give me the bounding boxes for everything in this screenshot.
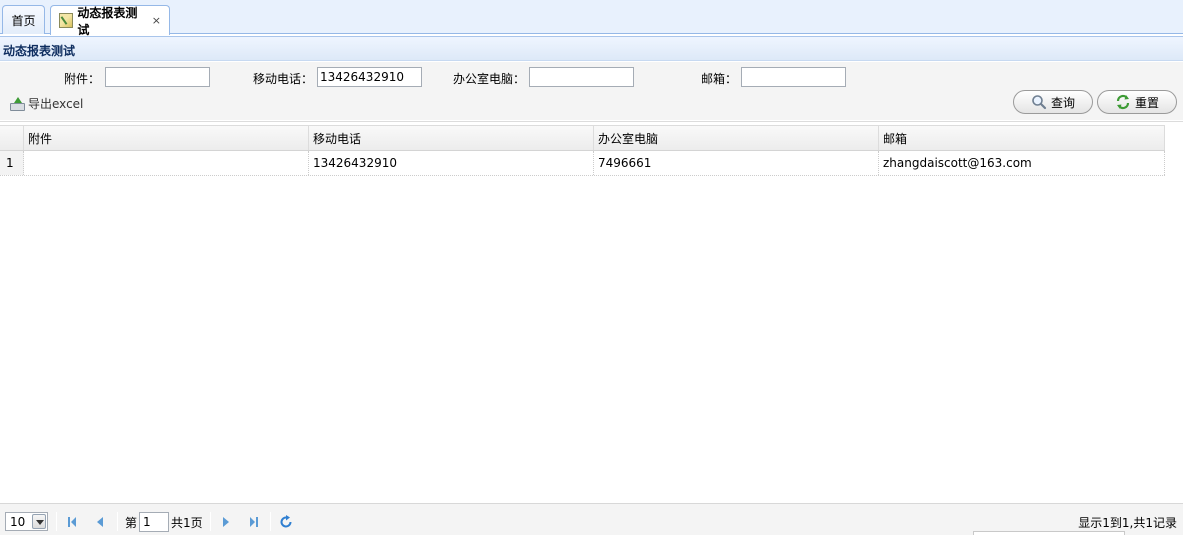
reset-button[interactable]: 重置 (1097, 90, 1177, 114)
table-row[interactable]: 1 13426432910 7496661 zhangdaiscott@163.… (0, 151, 1165, 176)
data-grid: 附件 移动电话 办公室电脑 邮箱 1 13426432910 7496661 z… (0, 125, 1165, 176)
row-number: 1 (0, 151, 24, 175)
office-computer-input[interactable] (529, 67, 634, 87)
tab-dynamic-report[interactable]: 动态报表测试 × (50, 5, 170, 37)
next-page-icon[interactable] (218, 514, 234, 530)
tab-home-label: 首页 (11, 13, 36, 28)
column-header-office-computer[interactable]: 办公室电脑 (594, 126, 879, 150)
attachment-label: 附件： (64, 72, 101, 86)
record-info: 显示1到1,共1记录 (1078, 516, 1177, 530)
tab-bar: 首页 动态报表测试 × (0, 0, 1183, 37)
grid-header: 附件 移动电话 办公室电脑 邮箱 (0, 125, 1165, 151)
page-prefix: 第 (125, 516, 138, 530)
mobile-label: 移动电话： (253, 72, 314, 86)
scrollbar[interactable] (973, 531, 1125, 535)
mobile-input[interactable] (317, 67, 422, 87)
report-icon (59, 13, 74, 28)
cell-mobile: 13426432910 (309, 151, 594, 175)
export-excel-label: 导出excel (28, 97, 84, 111)
first-page-icon[interactable] (64, 514, 80, 530)
page-size-select[interactable]: 10 (5, 512, 48, 531)
export-excel-button[interactable]: 导出excel (10, 95, 83, 112)
prev-page-icon[interactable] (92, 514, 108, 530)
pager-divider (56, 512, 57, 531)
column-header-attachment[interactable]: 附件 (24, 126, 309, 150)
search-form: 附件： 移动电话： 办公室电脑： 邮箱： 导出excel 查询 重置 (0, 62, 1183, 120)
row-number-header (0, 126, 24, 150)
tab-dynamic-report-label: 动态报表测试 (77, 5, 138, 37)
page-size-value: 10 (10, 514, 26, 529)
cell-attachment (24, 151, 309, 175)
panel-title: 动态报表测试 (0, 36, 1183, 61)
divider (0, 121, 1183, 122)
pager-divider (210, 512, 211, 531)
email-label: 邮箱： (701, 72, 738, 86)
cell-email: zhangdaiscott@163.com (879, 151, 1165, 175)
search-button[interactable]: 查询 (1013, 90, 1093, 114)
column-header-email[interactable]: 邮箱 (879, 126, 1165, 150)
refresh-icon[interactable] (278, 514, 294, 530)
office-computer-label: 办公室电脑： (453, 72, 526, 86)
refresh-icon (1116, 94, 1130, 110)
chevron-down-icon[interactable] (32, 514, 46, 529)
export-icon (10, 96, 25, 111)
attachment-input[interactable] (105, 67, 210, 87)
tab-home[interactable]: 首页 (2, 5, 45, 34)
reset-button-label: 重置 (1134, 95, 1159, 110)
search-button-label: 查询 (1050, 95, 1075, 110)
page-number-input[interactable] (139, 512, 169, 532)
email-input[interactable] (741, 67, 846, 87)
search-icon (1032, 95, 1047, 110)
last-page-icon[interactable] (246, 514, 262, 530)
close-icon[interactable]: × (152, 14, 161, 27)
column-header-mobile[interactable]: 移动电话 (309, 126, 594, 150)
cell-office-computer: 7496661 (594, 151, 879, 175)
pager-divider (117, 512, 118, 531)
pager-divider (270, 512, 271, 531)
page-total: 共1页 (171, 516, 203, 530)
